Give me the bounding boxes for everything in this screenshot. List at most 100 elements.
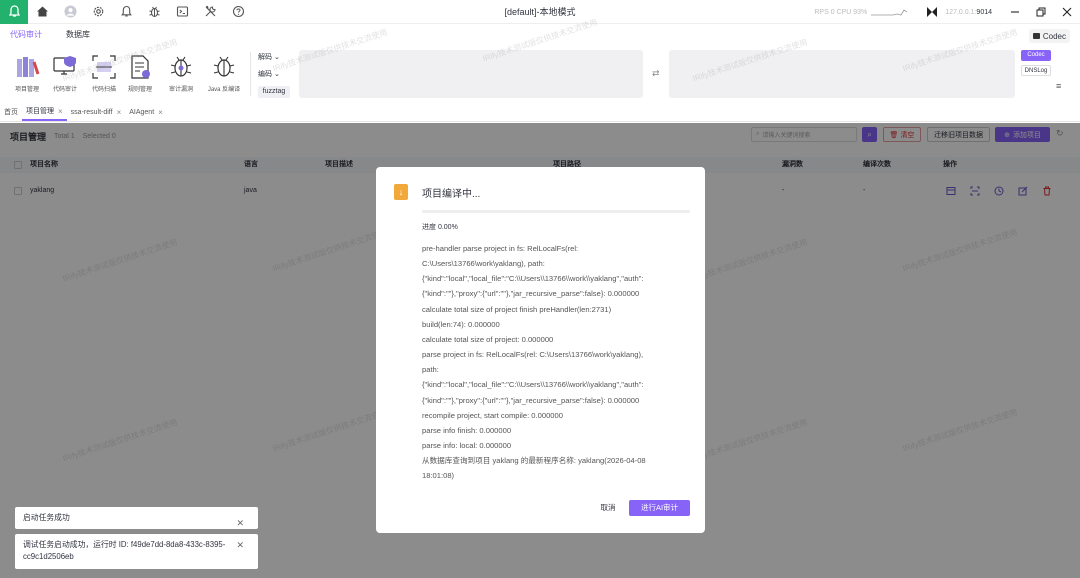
tools-icon[interactable] [196,0,224,24]
swap-icon[interactable]: ⇄ [652,68,660,79]
toolbar: 项目管理 代码审计 代码扫描 规则管理 审计漏洞 Java 反编译 解码 ⌄ 编码… [0,46,1080,104]
log-line: parse info: local: 0.000000 [422,441,512,451]
user-avatar-icon[interactable] [56,0,84,24]
fuzztag-button[interactable]: fuzztag [258,86,290,98]
tab-ssa-result-diff[interactable]: ssa-result-diff × [67,105,126,121]
gear-icon[interactable] [84,0,112,24]
close-icon[interactable]: × [58,104,63,120]
toast-notification: 调试任务启动成功，运行时 ID: f49de7dd-8da8-433c-8395… [15,534,258,569]
log-line: recompile project, start compile: 0.0000… [422,410,563,420]
tool-project-manage[interactable]: 项目管理 [9,54,45,93]
codec-side-tab[interactable]: Codec [1021,50,1051,61]
log-line: path: [422,365,439,375]
log-line: {"kind":"local","local_file":"C:\\Users\… [422,274,644,284]
monitor-shield-icon [53,56,76,75]
chevron-down-icon: ⌄ [274,71,280,78]
bug-icon [213,56,235,77]
home-icon[interactable] [28,0,56,24]
tool-label: 审计漏洞 [168,87,193,93]
decode-dropdown[interactable]: 解码 ⌄ [258,51,292,63]
compile-progress-bar [422,210,690,213]
compile-log: pre-handler parse project in fs: RelLoca… [422,241,690,484]
tab-project-manage[interactable]: 项目管理 × [22,105,67,121]
close-icon[interactable]: × [117,105,122,121]
close-icon[interactable]: ✕ [236,512,244,534]
title-bar: [default]-本地模式 RPS 0 CPU 93% 127.0.0.1: … [0,0,1080,24]
terminal-icon[interactable] [168,0,196,24]
download-file-icon: ↓ [394,184,408,200]
close-icon[interactable]: × [158,105,163,121]
log-line: parse project in fs: RelLocalFs(rel: C:\… [422,350,644,360]
close-icon[interactable]: ✕ [236,539,244,551]
modal-title: 项目编译中... [422,189,481,200]
tab-home[interactable]: 首页 [0,105,22,121]
collapse-icon[interactable]: ≡ [1056,81,1061,91]
engine-link-icon[interactable] [919,0,945,24]
chevron-down-icon: ⌄ [274,54,280,61]
bell-icon[interactable] [112,0,140,24]
rps-cpu-readout: RPS 0 CPU 93% [814,8,868,16]
toast-text: 启动任务成功 [23,513,70,522]
codec-button-label: Codec [1042,31,1066,41]
tool-label: 代码扫描 [91,87,116,93]
close-icon[interactable] [1054,0,1080,24]
document-gear-icon [131,55,150,79]
log-line: {"kind":"local","local_file":"C:\\Users\… [422,380,644,390]
minimize-icon[interactable] [1002,0,1028,24]
tool-label: 规则管理 [127,87,152,93]
tool-code-audit[interactable]: 代码审计 [47,54,83,93]
log-line: calculate total size of project: 0.00000… [422,334,554,344]
title-bar-right: RPS 0 CPU 93% 127.0.0.1: 9014 [814,0,1080,24]
bug-scan-icon [170,56,192,77]
tab-database[interactable]: 数据库 [66,24,90,46]
tool-code-scan[interactable]: 代码扫描 [86,54,122,93]
tab-label: 项目管理 [26,108,54,115]
compile-modal: ↓ 项目编译中... 进度 0.00% pre-handler parse pr… [376,167,705,533]
log-line: {"kind":""},"proxy":{"url":""},"jar_recu… [422,395,640,405]
tool-audit-vuln[interactable]: 审计漏洞 [163,54,199,93]
log-line: parse info finish: 0.000000 [422,425,512,435]
cancel-button[interactable]: 取消 [593,500,623,516]
log-line: build(len:74): 0.000000 [422,319,500,329]
tab-label: AIAgent [129,109,155,116]
decode-label: 解码 [258,54,272,61]
log-line: calculate total size of project finish p… [422,304,612,314]
tool-rule-manage[interactable]: 规则管理 [122,54,158,93]
app-window: [default]-本地模式 RPS 0 CPU 93% 127.0.0.1: … [0,0,1080,578]
ai-audit-button[interactable]: 进行AI审计 [629,500,690,516]
toast-notification: 启动任务成功 ✕ [15,507,258,529]
encode-dropdown[interactable]: 编码 ⌄ [258,68,292,80]
module-tabs: 代码审计 数据库 [0,24,1080,46]
tool-label: 项目管理 [14,87,39,93]
tab-aiagent[interactable]: AIAgent × [125,105,167,121]
bug-icon[interactable] [140,0,168,24]
tab-code-audit[interactable]: 代码审计 [10,24,42,46]
log-line: 18:01:08) [422,471,455,481]
codec-icon [1032,33,1040,39]
books-icon [17,57,40,77]
encode-label: 编码 [258,71,272,78]
codec-input-area[interactable] [299,50,643,98]
tool-label: Java 反编译 [207,87,241,93]
scan-icon [92,55,116,79]
tool-label: 代码审计 [52,87,77,93]
app-logo-icon[interactable] [0,0,28,24]
dnslog-side-tab[interactable]: DNSLog [1021,65,1051,76]
cpu-sparkline-icon [871,9,908,16]
restore-icon[interactable] [1028,0,1054,24]
log-line: pre-handler parse project in fs: RelLoca… [422,244,579,253]
codec-button[interactable]: Codec [1028,29,1070,43]
log-line: C:\Users\13766\work\yaklang), path: [422,259,545,269]
codec-output-area[interactable] [669,50,1015,98]
page-tabs: 首页 项目管理 × ssa-result-diff × AIAgent × [0,105,1080,122]
engine-port: 9014 [976,8,992,16]
toolbar-divider [250,52,251,96]
engine-ip: 127.0.0.1: [945,8,977,16]
log-line: {"kind":""},"proxy":{"url":""},"jar_recu… [422,289,640,299]
progress-label: 进度 0.00% [422,224,458,231]
tab-label: ssa-result-diff [70,109,113,116]
help-icon[interactable] [224,0,252,24]
log-line: 从数据库查询到项目 yaklang 的最新程序名称: yaklang(2026-… [422,456,646,466]
toast-text: 调试任务启动成功，运行时 ID: f49de7dd-8da8-433c-8395… [23,540,226,561]
tool-java-decompile[interactable]: Java 反编译 [206,54,242,93]
